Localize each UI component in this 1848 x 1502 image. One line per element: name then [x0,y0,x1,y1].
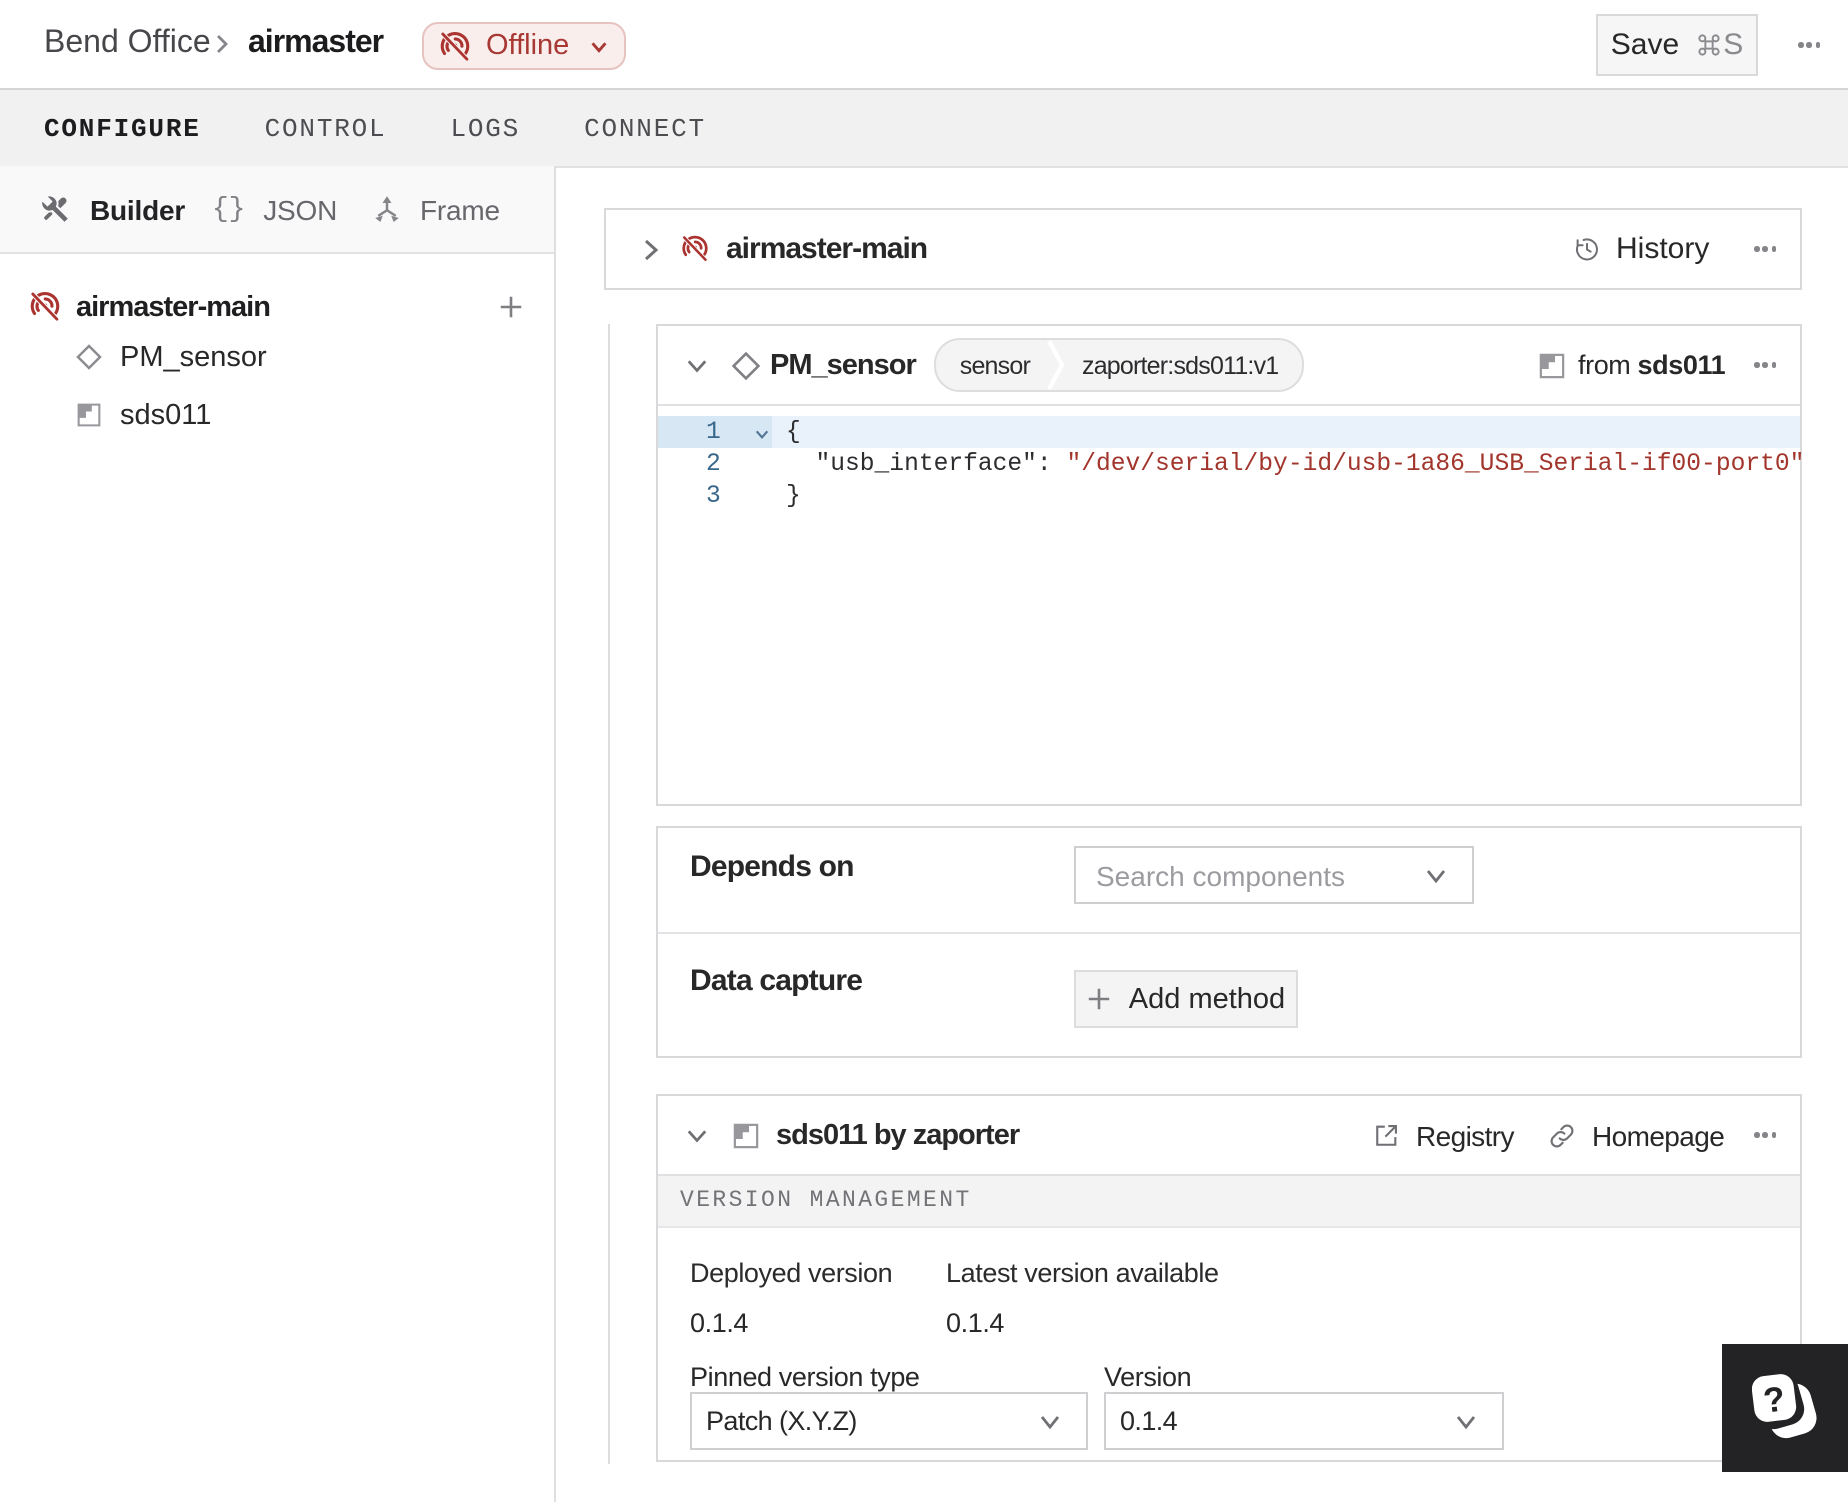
svg-text:?: ? [1761,1379,1787,1420]
